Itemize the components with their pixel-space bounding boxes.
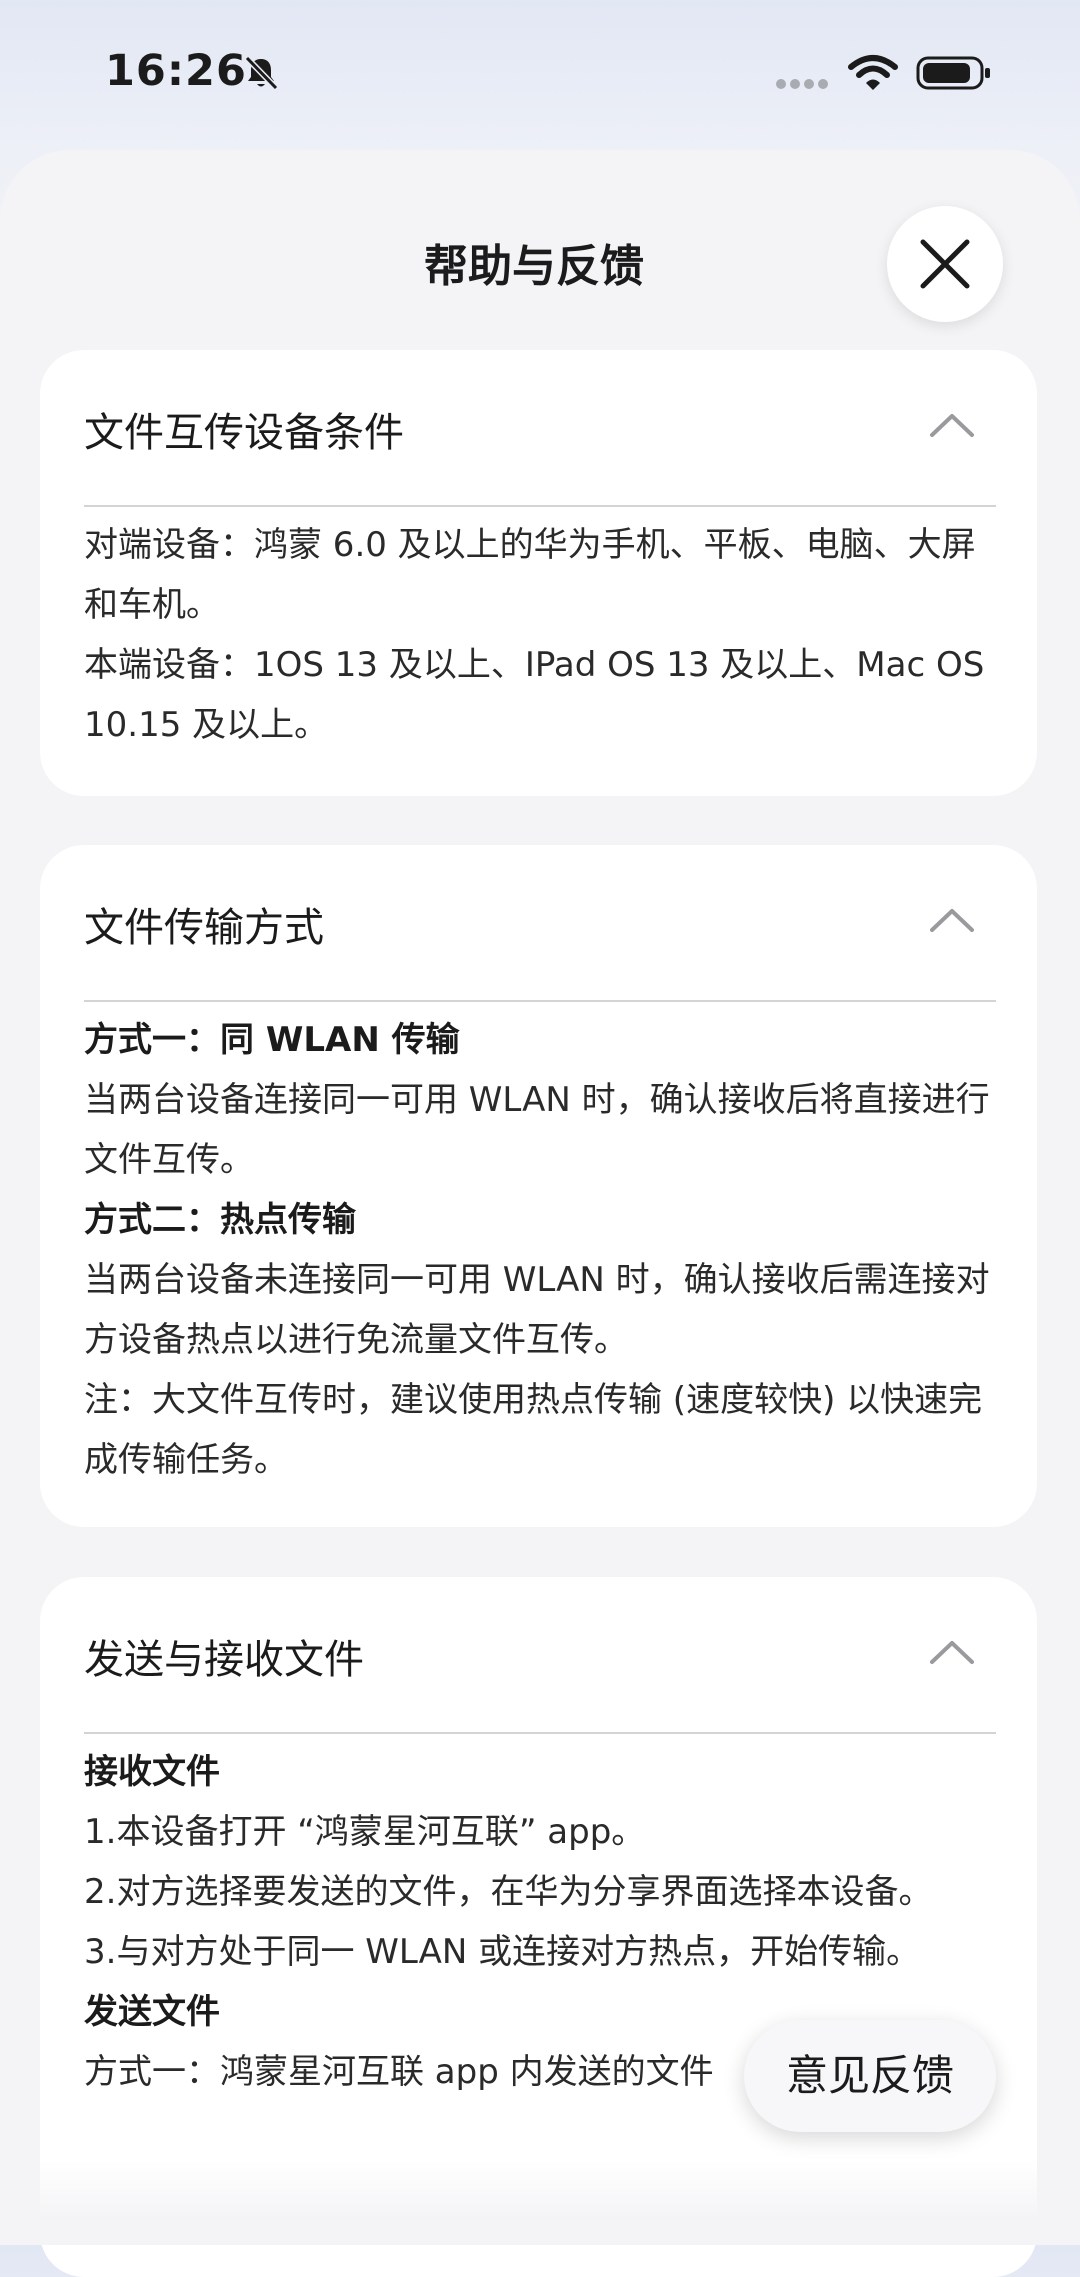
battery-icon: [916, 56, 990, 90]
status-time: 16:26: [105, 46, 247, 96]
card-title: 文件互传设备条件: [84, 410, 404, 456]
method-two-heading: 方式二：热点传输: [84, 1200, 356, 1240]
status-bar: 16:26: [0, 0, 1080, 150]
card-title: 发送与接收文件: [84, 1637, 364, 1683]
step: 3.与对方处于同一 WLAN 或连接对方热点，开始传输。: [84, 1932, 921, 1972]
card-body: 对端设备：鸿蒙 6.0 及以上的华为手机、平板、电脑、大屏和车机。 本端设备：1…: [84, 515, 1004, 755]
card-body: 方式一：同 WLAN 传输 当两台设备连接同一可用 WLAN 时，确认接收后将直…: [84, 1010, 1004, 1490]
card-device-requirements: 文件互传设备条件 对端设备：鸿蒙 6.0 及以上的华为手机、平板、电脑、大屏和车…: [40, 350, 1037, 796]
paragraph: 对端设备：鸿蒙 6.0 及以上的华为手机、平板、电脑、大屏和车机。: [84, 525, 976, 625]
signal-dots-icon: [776, 79, 828, 89]
paragraph: 当两台设备连接同一可用 WLAN 时，确认接收后将直接进行文件互传。: [84, 1080, 990, 1180]
paragraph: 本端设备：1OS 13 及以上、IPad OS 13 及以上、Mac OS 10…: [84, 645, 985, 745]
card-divider: [84, 1000, 996, 1002]
note: 注：大文件互传时，建议使用热点传输 (速度较快) 以快速完成传输任务。: [84, 1380, 983, 1480]
bell-muted-icon: [244, 55, 279, 91]
card-divider: [84, 1732, 996, 1734]
feedback-button[interactable]: 意见反馈: [744, 2020, 996, 2132]
card-divider: [84, 505, 996, 507]
paragraph: 当两台设备未连接同一可用 WLAN 时，确认接收后需连接对方设备热点以进行免流量…: [84, 1260, 990, 1360]
card-transfer-methods: 文件传输方式 方式一：同 WLAN 传输 当两台设备连接同一可用 WLAN 时，…: [40, 845, 1037, 1527]
step: 1.本设备打开 “鸿蒙星河互联” app。: [84, 1812, 646, 1852]
close-icon: [920, 239, 970, 289]
bottom-fade: [0, 2160, 1080, 2245]
close-button[interactable]: [887, 206, 1003, 322]
receive-heading: 接收文件: [84, 1752, 220, 1792]
card-title: 文件传输方式: [84, 905, 324, 951]
chevron-up-icon[interactable]: [929, 1639, 975, 1665]
chevron-up-icon[interactable]: [929, 907, 975, 933]
wifi-icon: [848, 55, 898, 90]
method-one-heading: 方式一：同 WLAN 传输: [84, 1020, 460, 1060]
step: 2.对方选择要发送的文件，在华为分享界面选择本设备。: [84, 1872, 933, 1912]
chevron-up-icon[interactable]: [929, 412, 975, 438]
